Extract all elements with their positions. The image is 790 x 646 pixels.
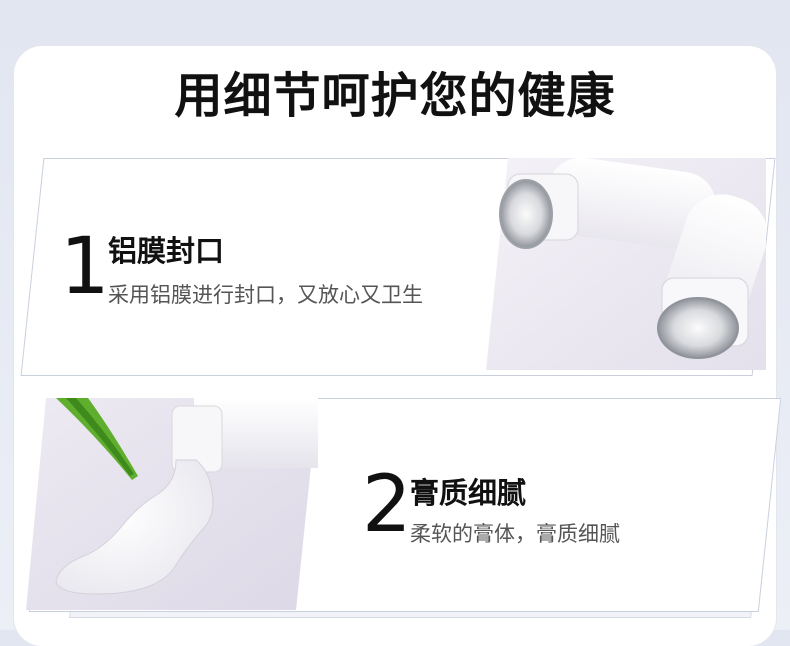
feature-2-heading: 膏质细腻	[410, 476, 527, 510]
feature-2-photo-cream	[26, 398, 318, 610]
feature-1-number: 1	[60, 222, 110, 312]
feature-1-heading: 铝膜封口	[108, 234, 225, 268]
feature-2-description: 柔软的膏体，膏质细腻	[410, 522, 620, 546]
feature-1-photo-seal	[486, 158, 766, 370]
feature-1-description: 采用铝膜进行封口，又放心又卫生	[108, 283, 423, 307]
cream-tube-image	[26, 398, 318, 610]
tube-seal-image	[486, 158, 766, 370]
page-title: 用细节呵护您的健康	[174, 68, 616, 124]
feature-2-number: 2	[362, 460, 412, 550]
